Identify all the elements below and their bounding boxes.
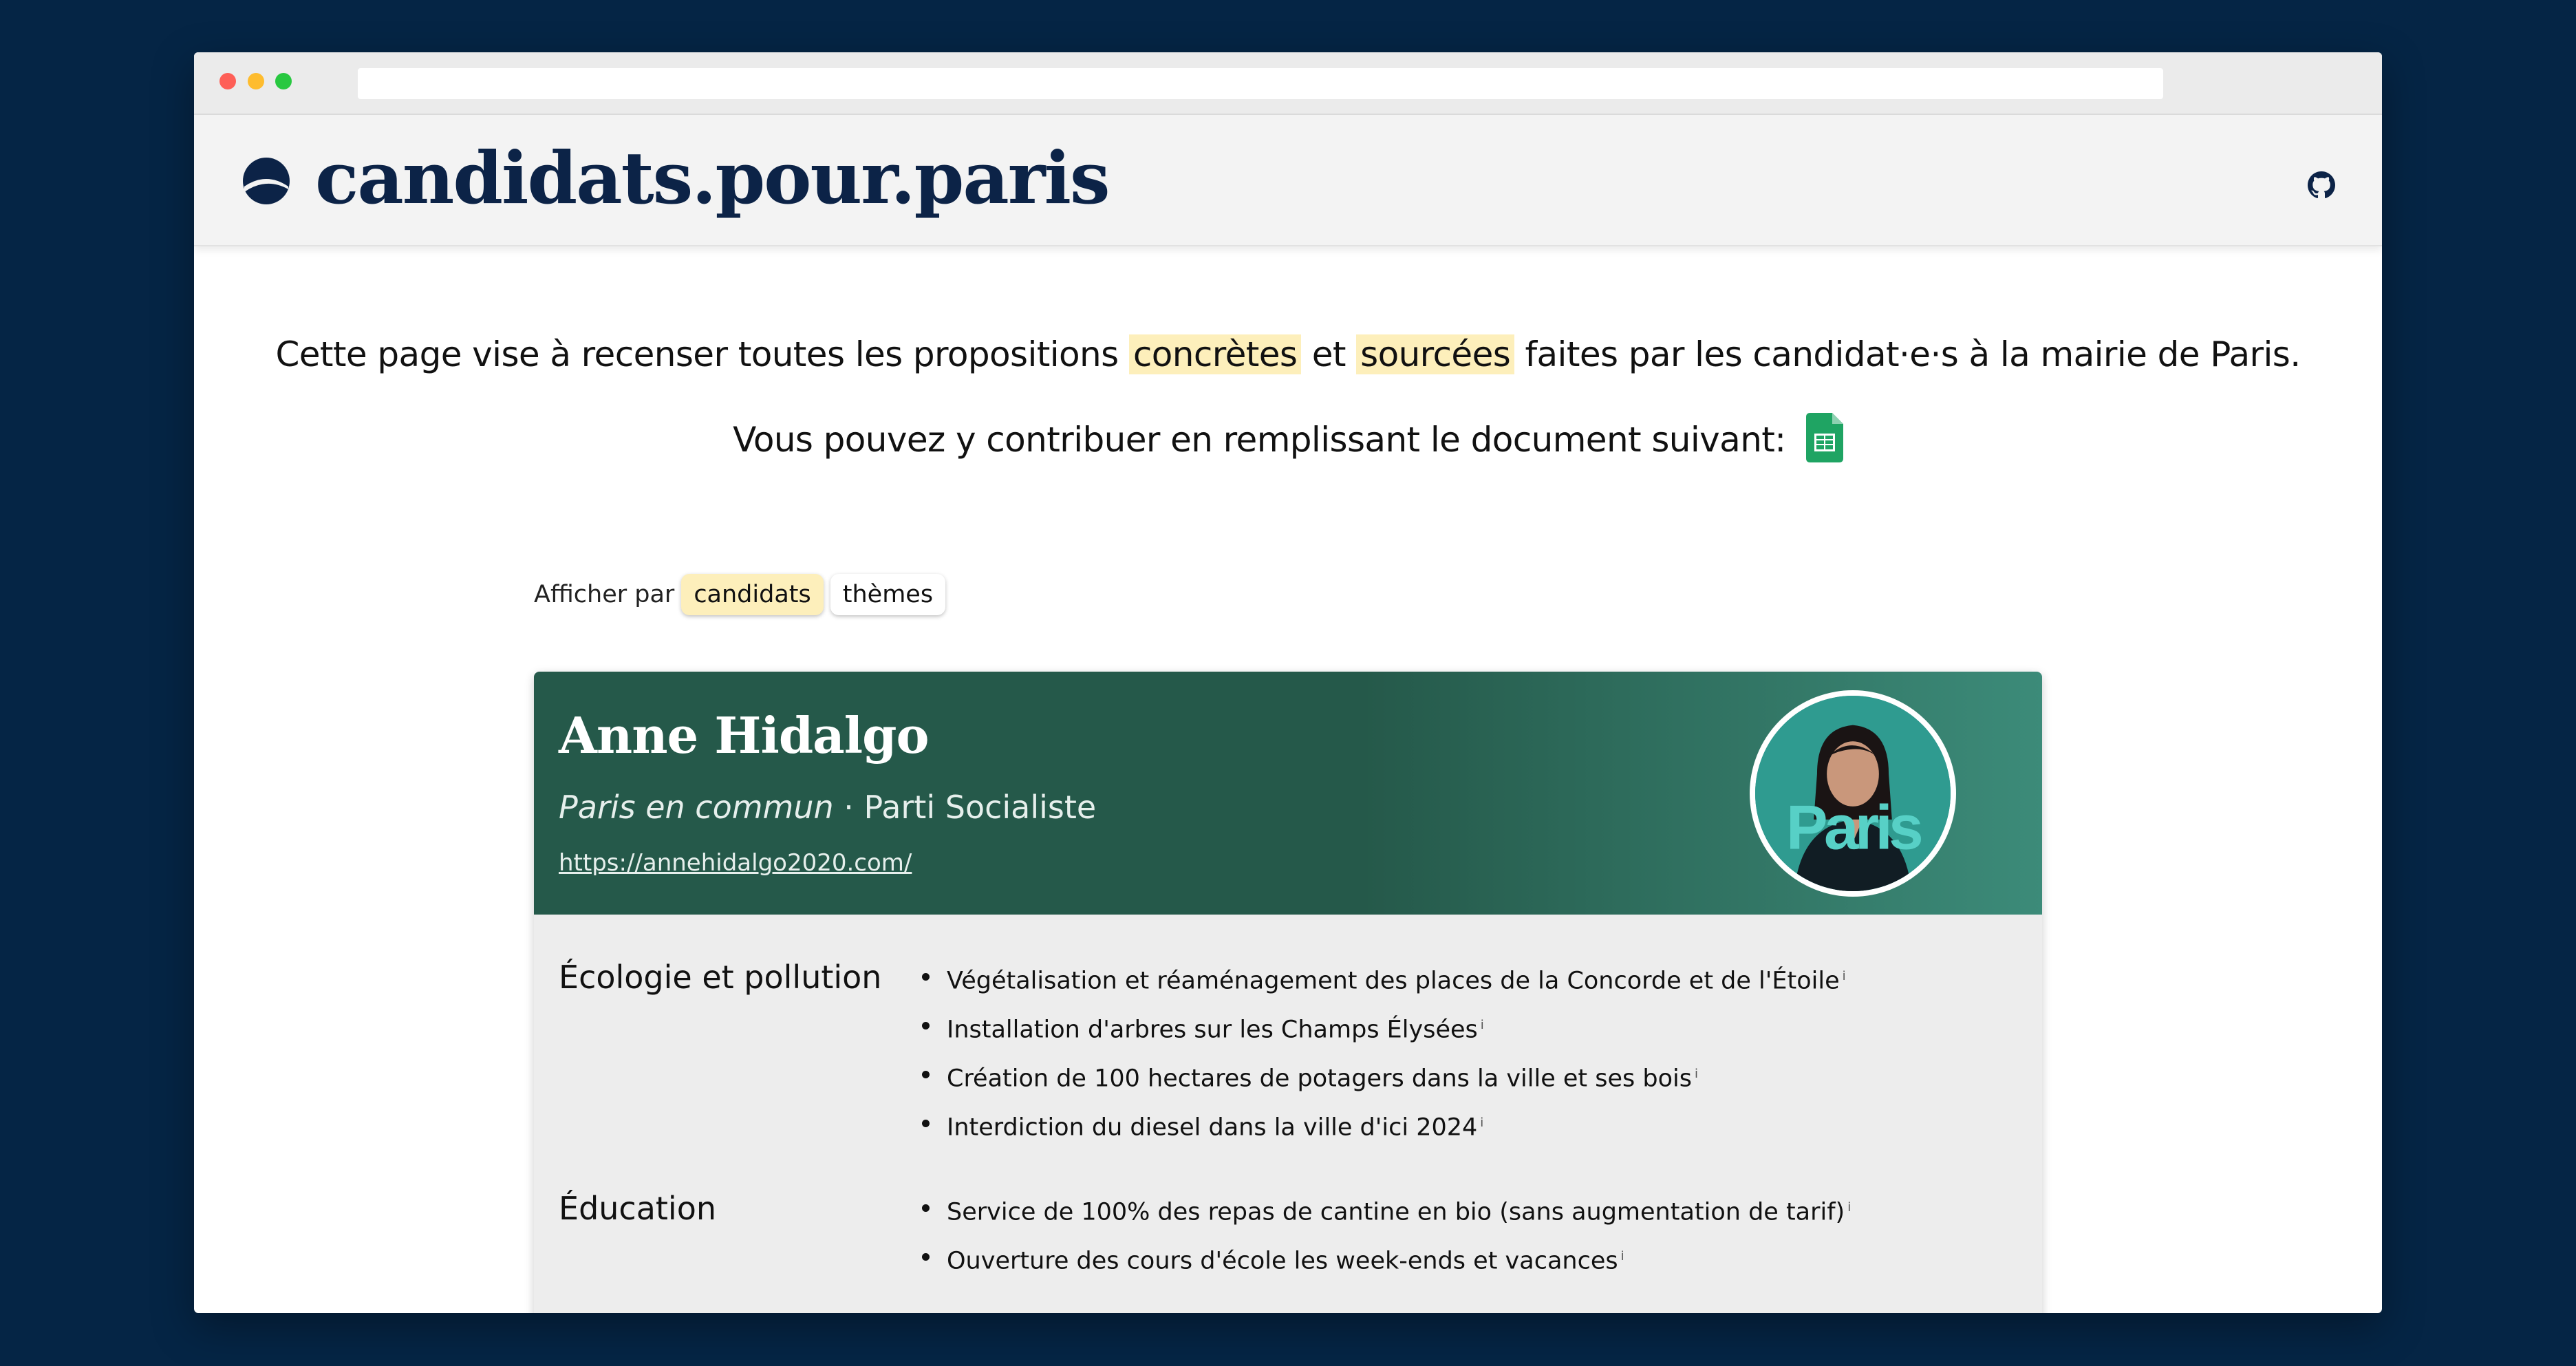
candidate-header: Anne Hidalgo Paris en commun · Parti Soc… xyxy=(534,672,2042,915)
browser-chrome xyxy=(194,52,2382,115)
site-title[interactable]: candidats.pour.paris xyxy=(315,136,1110,220)
list-item: Service de 100% des repas de cantine en … xyxy=(921,1183,1851,1232)
intro-line-2: Vous pouvez y contribuer en remplissant … xyxy=(194,412,2382,467)
proposal-text: Création de 100 hectares de potagers dan… xyxy=(947,1065,1692,1093)
proposal-list-education: Service de 100% des repas de cantine en … xyxy=(921,1183,1851,1281)
candidate-list: Paris en commun xyxy=(559,789,834,826)
proposal-list-ecologie: Végétalisation et réaménagement des plac… xyxy=(922,952,1846,1147)
theme-title-education: Éducation xyxy=(559,1190,717,1227)
window-maximize-button[interactable] xyxy=(275,73,292,89)
intro-text-start: Cette page vise à recenser toutes les pr… xyxy=(275,334,1119,374)
proposal-text: Installation d'arbres sur les Champs Ély… xyxy=(947,1016,1478,1044)
intro: Cette page vise à recenser toutes les pr… xyxy=(194,328,2382,467)
candidate-photo: Paris xyxy=(1755,696,1951,891)
contribute-text: Vous pouvez y contribuer en remplissant … xyxy=(733,420,1786,460)
candidats-logo-icon[interactable] xyxy=(242,156,291,206)
window-close-button[interactable] xyxy=(219,73,236,89)
browser-window: candidats.pour.paris Cette page vise à r… xyxy=(194,52,2382,1313)
filter-themes-button[interactable]: thèmes xyxy=(830,574,946,615)
affiliation-separator: · xyxy=(844,789,854,826)
filter-label: Afficher par xyxy=(534,581,675,608)
info-icon[interactable]: i xyxy=(1480,1116,1483,1130)
github-icon[interactable] xyxy=(2308,171,2335,199)
proposal-text: Interdiction du diesel dans la ville d'i… xyxy=(947,1113,1478,1142)
highlight-concretes: concrètes xyxy=(1128,334,1302,374)
proposal-text: Végétalisation et réaménagement des plac… xyxy=(947,967,1840,995)
filter-candidats-button[interactable]: candidats xyxy=(681,574,824,615)
candidate-card: Anne Hidalgo Paris en commun · Parti Soc… xyxy=(534,672,2042,1313)
info-icon[interactable]: i xyxy=(1621,1249,1624,1263)
avatar: Paris xyxy=(1750,690,1956,897)
proposal-text: Service de 100% des repas de cantine en … xyxy=(947,1198,1845,1226)
window-minimize-button[interactable] xyxy=(248,73,264,89)
intro-text-and: et xyxy=(1311,334,1346,374)
address-bar[interactable] xyxy=(358,68,2163,99)
intro-text-end: faites par les candidat·e·s à la mairie … xyxy=(1525,334,2301,374)
theme-title-ecologie: Écologie et pollution xyxy=(559,959,882,996)
intro-line-1: Cette page vise à recenser toutes les pr… xyxy=(194,328,2382,381)
info-icon[interactable]: i xyxy=(1695,1067,1698,1081)
avatar-paris-text: Paris xyxy=(1786,793,1921,862)
proposal-text: Ouverture des cours d'école les week-end… xyxy=(947,1247,1618,1275)
list-item: Ouverture des cours d'école les week-end… xyxy=(921,1232,1851,1281)
list-item: Création de 100 hectares de potagers dan… xyxy=(922,1049,1846,1098)
list-item: Interdiction du diesel dans la ville d'i… xyxy=(922,1098,1846,1147)
candidate-affiliation: Paris en commun · Parti Socialiste xyxy=(559,789,1096,826)
info-icon[interactable]: i xyxy=(1843,969,1846,983)
info-icon[interactable]: i xyxy=(1481,1018,1484,1032)
info-icon[interactable]: i xyxy=(1847,1200,1851,1215)
site-header: candidats.pour.paris xyxy=(194,115,2382,246)
candidate-website-link[interactable]: https://annehidalgo2020.com/ xyxy=(559,849,912,877)
highlight-sourcees: sourcées xyxy=(1356,334,1515,374)
display-filter: Afficher par candidats thèmes xyxy=(534,574,946,615)
candidate-party: Parti Socialiste xyxy=(863,789,1097,826)
candidate-name: Anne Hidalgo xyxy=(559,706,930,765)
list-item: Végétalisation et réaménagement des plac… xyxy=(922,952,1846,1001)
google-sheets-icon[interactable] xyxy=(1805,412,1843,462)
list-item: Installation d'arbres sur les Champs Ély… xyxy=(922,1001,1846,1049)
